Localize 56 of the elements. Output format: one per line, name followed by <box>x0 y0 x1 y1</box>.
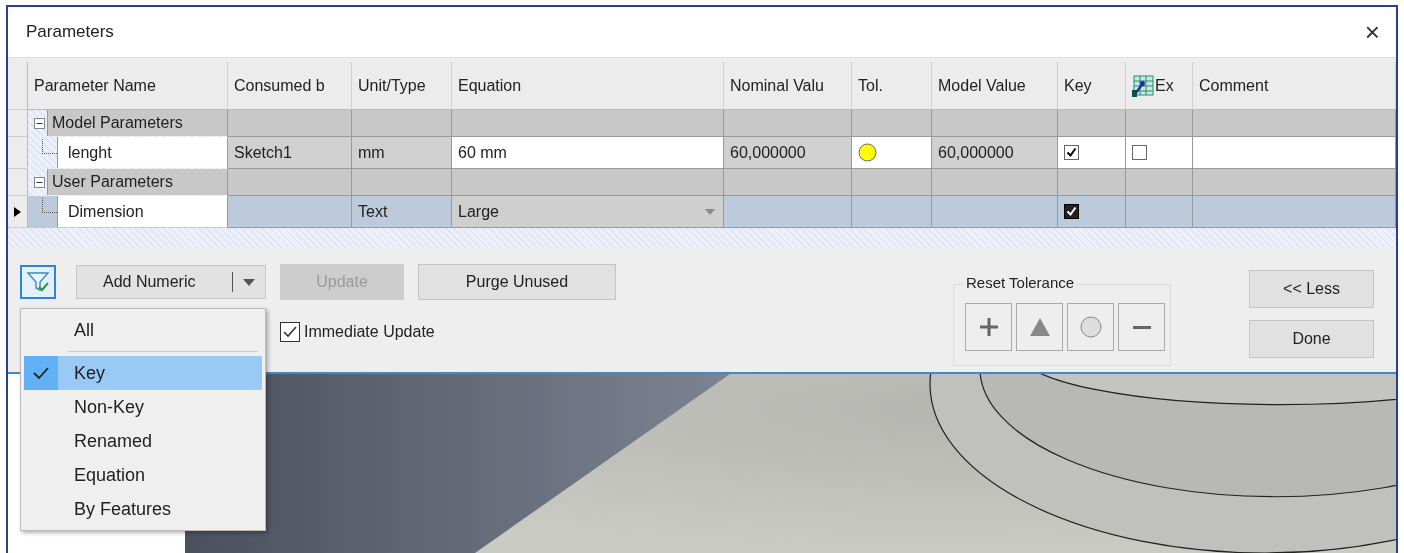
circle-icon <box>1079 316 1102 338</box>
table-cell: 60,000000 <box>724 137 852 169</box>
column-header[interactable]: Unit/Type <box>352 62 452 110</box>
check-icon <box>33 367 49 379</box>
table-cell: Text <box>352 196 452 228</box>
purge-unused-button[interactable]: Purge Unused <box>418 264 616 300</box>
window-title: Parameters <box>26 22 114 42</box>
key-checkbox[interactable] <box>1064 204 1079 219</box>
column-header[interactable]: Key <box>1058 62 1126 110</box>
column-header[interactable]: Nominal Valu <box>724 62 852 110</box>
column-header[interactable]: Model Value <box>932 62 1058 110</box>
menu-item[interactable]: Key <box>24 356 262 390</box>
dialog-button[interactable]: << Less <box>1249 270 1374 308</box>
caret-icon[interactable] <box>243 278 255 286</box>
spreadsheet-icon <box>1132 74 1154 97</box>
tolerance-button[interactable] <box>965 303 1012 351</box>
group-label: Reset Tolerance <box>964 274 1077 291</box>
column-header[interactable]: Comment <box>1193 62 1396 110</box>
parameter-name[interactable]: Dimension <box>57 196 227 227</box>
close-button[interactable]: × <box>1358 16 1386 48</box>
dialog-button[interactable]: Done <box>1249 320 1374 358</box>
row-pointer-icon <box>14 206 21 217</box>
menu-item[interactable]: Non-Key <box>24 390 262 424</box>
column-header[interactable]: Parameter Name <box>28 62 228 110</box>
plus-icon <box>979 318 998 336</box>
menu-item[interactable]: All <box>24 313 262 347</box>
collapse-icon[interactable] <box>34 176 45 188</box>
table-cell: mm <box>352 137 452 169</box>
checkbox[interactable] <box>280 322 300 342</box>
group-label: Model Parameters <box>47 110 227 136</box>
key-checkbox[interactable] <box>1064 145 1079 160</box>
row-header <box>8 169 28 196</box>
menu-item[interactable]: Renamed <box>24 424 262 458</box>
collapse-icon[interactable] <box>34 117 45 129</box>
tolerance-button[interactable] <box>1016 303 1063 351</box>
menu-item[interactable]: Equation <box>24 458 262 492</box>
table-cell[interactable]: 60 mm <box>452 137 724 169</box>
add-numeric-button[interactable]: Add Numeric <box>76 265 266 299</box>
row-header[interactable] <box>8 196 28 228</box>
checkbox-label[interactable]: Immediate Update <box>304 323 435 341</box>
triangle-icon <box>1029 318 1050 336</box>
column-header[interactable]: Tol. <box>852 62 932 110</box>
parameter-name[interactable]: lenght <box>57 137 227 168</box>
export-checkbox[interactable] <box>1132 145 1147 160</box>
minus-icon <box>1132 325 1151 329</box>
table-cell: Sketch1 <box>228 137 352 169</box>
table-cell: 60,000000 <box>932 137 1058 169</box>
filter-button[interactable] <box>20 265 56 299</box>
column-header[interactable]: Consumed b <box>228 62 352 110</box>
group-label: User Parameters <box>47 169 227 195</box>
menu-item[interactable]: By Features <box>24 492 262 526</box>
tolerance-button[interactable] <box>1118 303 1165 351</box>
table-cell[interactable]: Large <box>452 196 724 228</box>
tolerance-dot <box>858 143 877 162</box>
column-header[interactable]: Equation <box>452 62 724 110</box>
column-header[interactable]: Ex <box>1126 62 1193 110</box>
